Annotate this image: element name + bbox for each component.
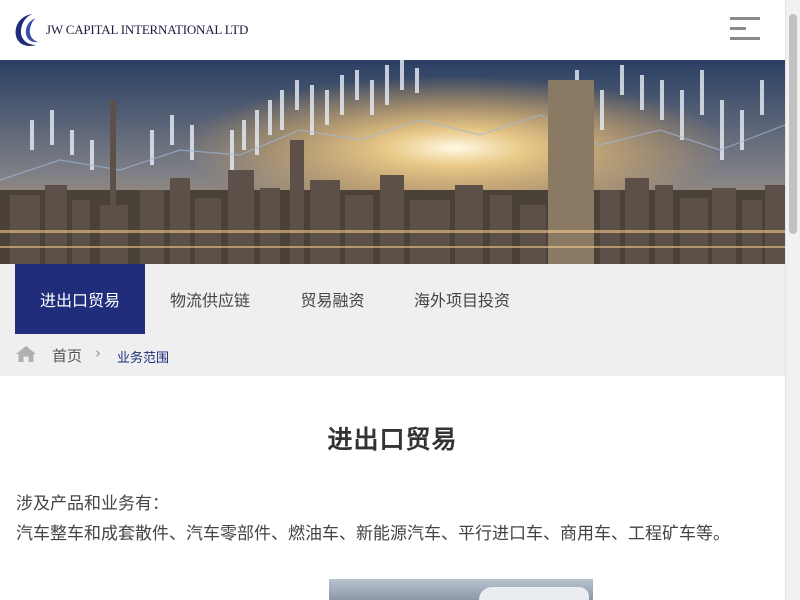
page: JW CAPITAL INTERNATIONAL LTD 进出口贸易 物流供应链…: [0, 0, 785, 600]
site-header: JW CAPITAL INTERNATIONAL LTD: [0, 0, 785, 60]
content-intro: 涉及产品和业务有：: [16, 494, 169, 514]
hamburger-menu-icon[interactable]: [728, 14, 762, 44]
home-icon[interactable]: [15, 345, 37, 367]
tab-bar: 进出口贸易 物流供应链 贸易融资 海外项目投资: [0, 264, 785, 334]
breadcrumb-current[interactable]: 业务范围: [117, 347, 169, 366]
tab-trade-finance[interactable]: 贸易融资: [275, 264, 390, 334]
crescent-logo-icon: [14, 12, 40, 48]
tab-logistics-supply-chain[interactable]: 物流供应链: [145, 264, 275, 334]
banner-image: [0, 60, 785, 264]
page-title: 进出口贸易: [327, 425, 458, 454]
breadcrumb: 首页 › 业务范围: [0, 334, 785, 376]
content-products: 汽车整车和成套散件、汽车零部件、燃油车、新能源汽车、平行进口车、商用车、工程矿车…: [16, 524, 730, 544]
scrollbar-thumb[interactable]: [789, 14, 797, 234]
content-photo: [329, 579, 593, 600]
logo[interactable]: JW CAPITAL INTERNATIONAL LTD: [14, 12, 248, 48]
breadcrumb-separator-icon: ›: [95, 344, 101, 362]
logo-text: JW CAPITAL INTERNATIONAL LTD: [46, 22, 249, 37]
tab-import-export[interactable]: 进出口贸易: [15, 264, 145, 334]
breadcrumb-home-link[interactable]: 首页: [52, 345, 82, 366]
tab-overseas-investment[interactable]: 海外项目投资: [400, 264, 524, 334]
scrollbar[interactable]: [785, 0, 800, 600]
